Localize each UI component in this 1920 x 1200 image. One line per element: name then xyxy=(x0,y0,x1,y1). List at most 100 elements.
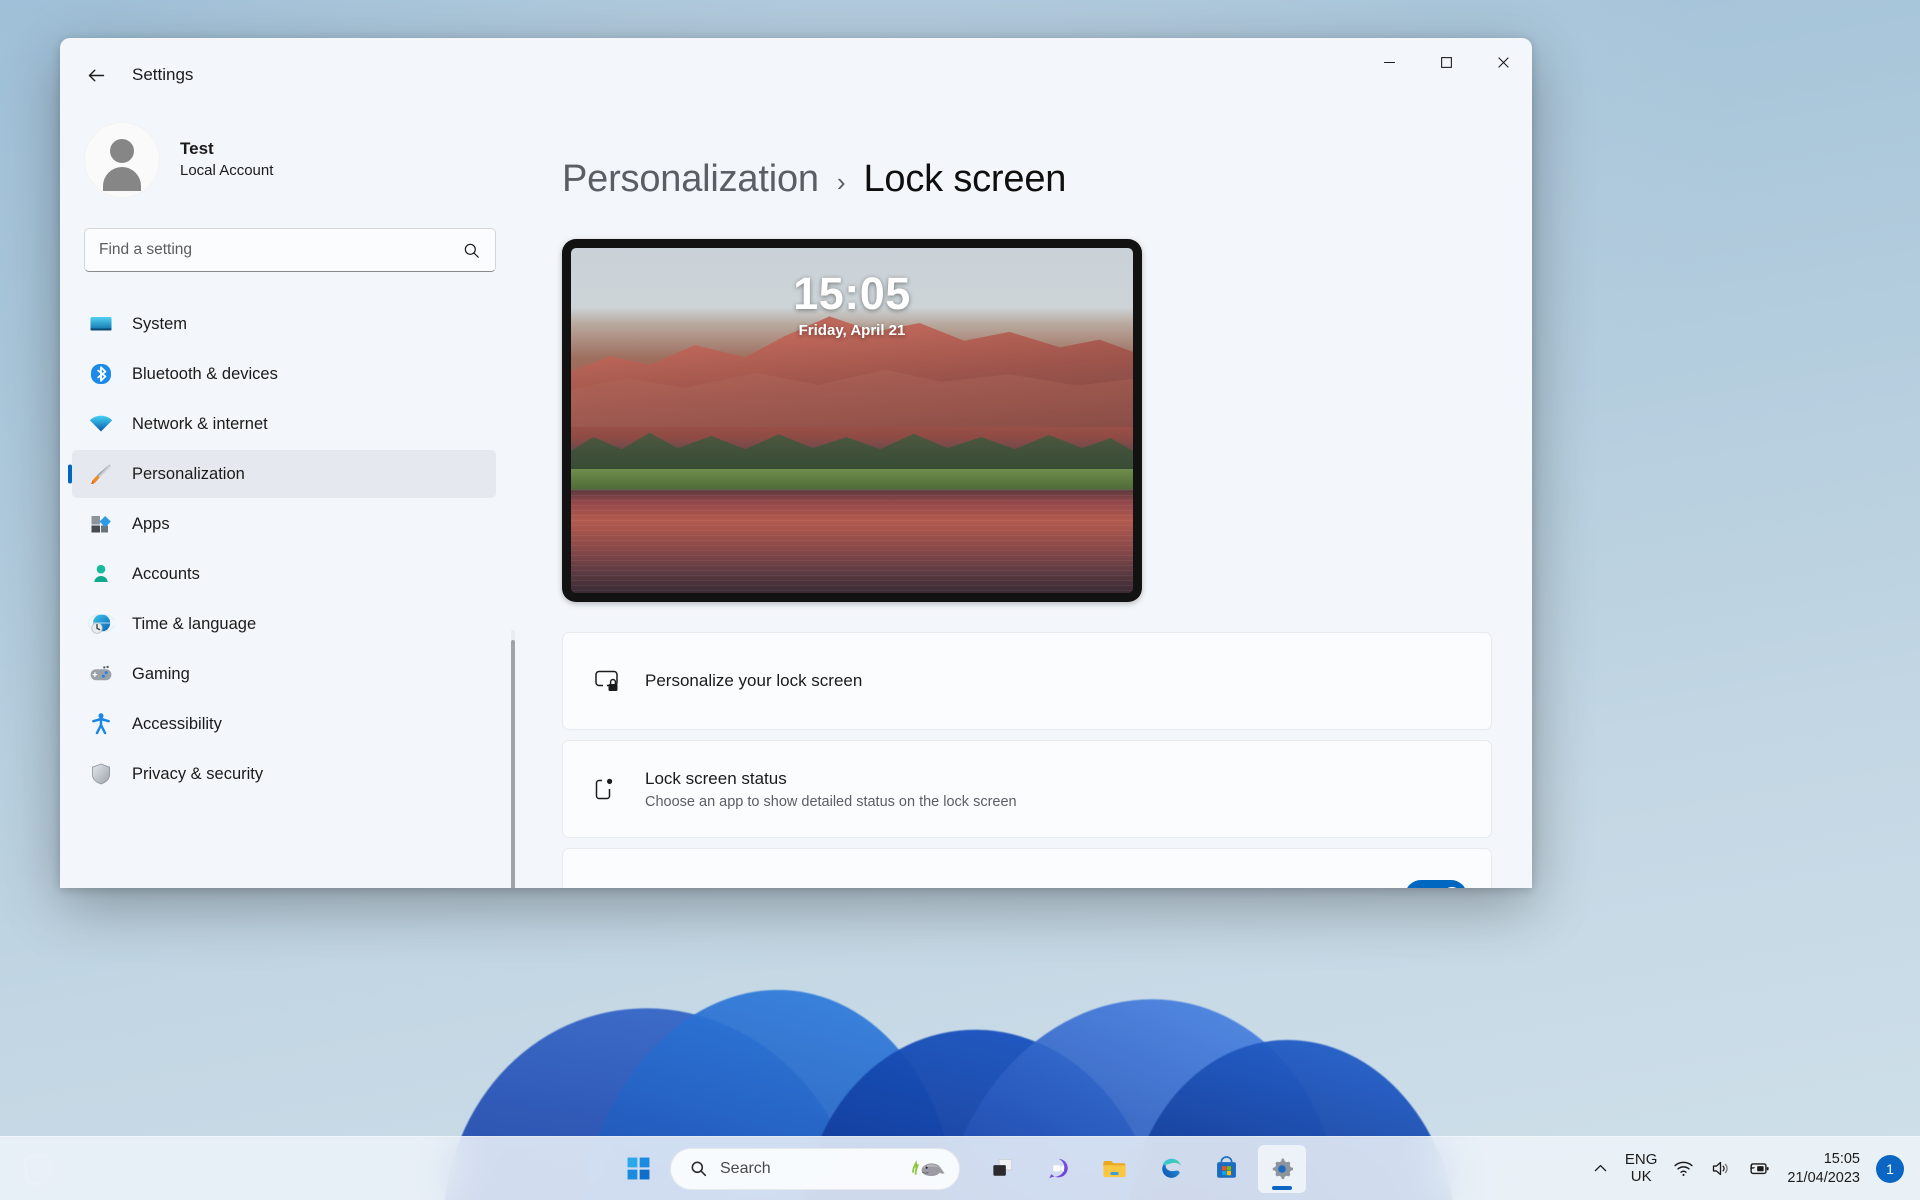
sidebar-item-time-language[interactable]: Time & language xyxy=(72,600,496,648)
sidebar-item-accessibility[interactable]: Accessibility xyxy=(72,700,496,748)
accessibility-icon xyxy=(88,711,114,737)
toggle-knob xyxy=(1443,886,1461,888)
window-controls xyxy=(1361,38,1532,86)
setting-row-lock-screen-status[interactable]: Lock screen status Choose an app to show… xyxy=(562,740,1492,838)
sidebar-item-network-internet[interactable]: Network & internet xyxy=(72,400,496,448)
sidebar-item-accounts[interactable]: Accounts xyxy=(72,550,496,598)
maximize-button[interactable] xyxy=(1418,38,1475,86)
setting-row-show-background-on-signin[interactable]: Show the lock screen background picture … xyxy=(562,848,1492,888)
close-button[interactable] xyxy=(1475,38,1532,86)
apps-blocks-icon xyxy=(88,511,114,537)
account-name: Test xyxy=(180,139,214,159)
task-view-icon xyxy=(992,1158,1012,1176)
app-title: Settings xyxy=(132,65,194,84)
sidebar-item-label: Gaming xyxy=(132,664,190,683)
monitor-icon xyxy=(88,311,114,337)
sidebar-item-apps[interactable]: Apps xyxy=(72,500,496,548)
account-subtitle: Local Account xyxy=(180,162,274,180)
lock-screen-clock: 15:05 Friday, April 21 xyxy=(571,268,1133,340)
search-icon xyxy=(691,1161,707,1177)
file-explorer-icon xyxy=(1102,1161,1126,1178)
windows-start-icon xyxy=(627,1157,649,1180)
sidebar-item-privacy-security[interactable]: Privacy & security xyxy=(72,750,496,798)
sidebar-item-label: Apps xyxy=(132,514,170,533)
gamepad-icon xyxy=(88,661,114,687)
sidebar-item-system[interactable]: System xyxy=(72,300,496,348)
bluetooth-icon xyxy=(88,361,114,387)
sidebar-item-label: Bluetooth & devices xyxy=(132,364,278,383)
microsoft-store-button[interactable] xyxy=(1202,1145,1250,1193)
language-indicator[interactable]: ENG UK xyxy=(1624,1150,1658,1186)
sidebar-item-gaming[interactable]: Gaming xyxy=(72,650,496,698)
language-line-1: ENG xyxy=(1624,1150,1658,1168)
start-button[interactable] xyxy=(614,1145,662,1193)
maximize-icon xyxy=(1441,56,1452,68)
sidebar-item-label: Privacy & security xyxy=(132,764,264,783)
settings-taskbar-button[interactable] xyxy=(1258,1144,1306,1193)
taskbar-search-placeholder: Search xyxy=(720,1159,771,1177)
back-button[interactable] xyxy=(78,57,114,93)
taskbar-search-box[interactable]: Search xyxy=(670,1147,960,1190)
search-icon xyxy=(464,243,479,258)
sidebar-item-label: Network & internet xyxy=(132,414,268,433)
setting-row-personalize-lock-screen[interactable]: Personalize your lock screen xyxy=(562,632,1492,730)
back-arrow-icon xyxy=(88,69,104,81)
breadcrumb-separator-icon: › xyxy=(836,167,846,197)
task-view-button[interactable] xyxy=(978,1145,1026,1193)
setting-title: Personalize your lock screen xyxy=(645,670,863,690)
speaker-icon xyxy=(1713,1161,1729,1176)
sidebar-item-label: Accessibility xyxy=(132,714,222,733)
sidebar-item-label: Time & language xyxy=(132,614,257,633)
signin-background-toggle[interactable] xyxy=(1405,879,1467,888)
sidebar: Test Local Account Find a setting System… xyxy=(60,112,520,888)
settings-gear-icon xyxy=(1272,1157,1293,1179)
sidebar-item-personalization[interactable]: Personalization xyxy=(72,450,496,498)
clock-date-button[interactable]: 15:05 21/04/2023 xyxy=(1787,1150,1860,1186)
sidebar-nav: System Bluetooth & devices Network & int… xyxy=(60,300,520,888)
file-explorer-button[interactable] xyxy=(1090,1145,1138,1193)
sidebar-item-bluetooth-devices[interactable]: Bluetooth & devices xyxy=(72,350,496,398)
manatee-icon xyxy=(912,1159,945,1176)
tray-time: 15:05 xyxy=(1823,1151,1860,1168)
tray-date: 21/04/2023 xyxy=(1787,1169,1860,1186)
lock-screen-preview[interactable]: 15:05 Friday, April 21 xyxy=(562,239,1142,602)
setting-title: Show the lock screen background picture … xyxy=(587,884,1363,888)
settings-window: Settings Test Local Account Find a setti… xyxy=(60,38,1532,888)
taskbar-center-group: Search xyxy=(614,1144,1306,1193)
sidebar-item-label: System xyxy=(132,314,188,333)
network-tray-button[interactable] xyxy=(1673,1158,1694,1179)
setting-subtitle: Choose an app to show detailed status on… xyxy=(645,793,1017,810)
lock-screen-wallpaper: 15:05 Friday, April 21 xyxy=(571,248,1133,593)
language-line-2: UK xyxy=(1630,1167,1652,1185)
sidebar-item-label: Personalization xyxy=(132,464,245,483)
close-icon xyxy=(1498,56,1509,68)
setting-title: Lock screen status xyxy=(645,769,787,789)
search-input[interactable] xyxy=(99,241,462,259)
lock-screen-time: 15:05 xyxy=(793,268,911,319)
settings-search-box[interactable] xyxy=(84,228,496,272)
tray-overflow-button[interactable] xyxy=(1592,1160,1609,1177)
taskbar: Search ENG UK 15:05 21/04/2023 1 xyxy=(0,1136,1920,1200)
person-icon xyxy=(88,561,114,587)
account-card[interactable]: Test Local Account xyxy=(60,112,520,208)
microsoft-edge-button[interactable] xyxy=(1146,1145,1194,1193)
chevron-up-icon xyxy=(1594,1164,1607,1172)
avatar xyxy=(84,122,160,198)
breadcrumb-parent[interactable]: Personalization xyxy=(562,158,819,201)
desktop: Settings Test Local Account Find a setti… xyxy=(0,0,1920,1200)
main-content: Personalization › Lock screen 15:05 Frid… xyxy=(520,112,1532,888)
chat-teams-button[interactable] xyxy=(1034,1145,1082,1193)
paintbrush-icon xyxy=(88,461,114,487)
battery-tray-button[interactable] xyxy=(1747,1159,1771,1178)
minimize-button[interactable] xyxy=(1361,38,1418,86)
chat-teams-icon xyxy=(1048,1158,1068,1179)
volume-tray-button[interactable] xyxy=(1710,1158,1731,1179)
sidebar-scrollbar-thumb[interactable] xyxy=(511,640,515,888)
notification-badge[interactable]: 1 xyxy=(1876,1154,1904,1183)
page-title: Lock screen xyxy=(863,158,1067,200)
lock-screen-icon xyxy=(587,666,627,696)
toggle-state-label: On xyxy=(1363,886,1385,888)
minimize-icon xyxy=(1384,61,1395,63)
system-tray: ENG UK 15:05 21/04/2023 1 xyxy=(1592,1150,1904,1186)
battery-charging-icon xyxy=(1750,1163,1770,1175)
